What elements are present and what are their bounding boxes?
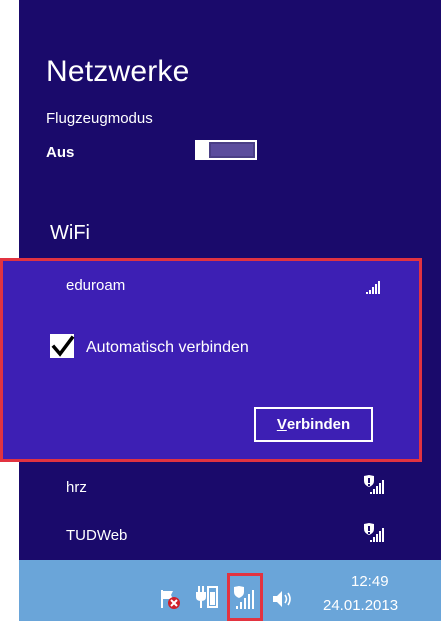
clock-time[interactable]: 12:49: [351, 573, 389, 590]
secured-wifi-signal-icon: [364, 475, 384, 494]
clock-date[interactable]: 24.01.2013: [323, 597, 398, 614]
checkmark-icon: [51, 335, 75, 357]
wifi-section-header: WiFi: [50, 222, 90, 244]
secured-wifi-signal-icon: [364, 523, 384, 542]
action-center-flag-icon[interactable]: [159, 588, 181, 610]
airplane-mode-toggle[interactable]: [195, 140, 257, 160]
wifi-signal-icon: [366, 281, 380, 294]
connect-button-label: erbinden: [286, 416, 351, 433]
network-name-hrz[interactable]: hrz: [66, 479, 87, 496]
panel-title: Netzwerke: [46, 55, 190, 88]
network-name-eduroam[interactable]: eduroam: [66, 277, 125, 294]
power-plug-icon[interactable]: [195, 584, 219, 610]
connect-button[interactable]: Verbinden: [254, 407, 373, 442]
auto-connect-checkbox[interactable]: [50, 334, 75, 358]
airplane-mode-label: Flugzeugmodus: [46, 110, 153, 127]
toggle-thumb[interactable]: [195, 140, 209, 160]
connect-accel-key: V: [276, 416, 287, 433]
auto-connect-label[interactable]: Automatisch verbinden: [86, 339, 249, 357]
speaker-icon[interactable]: [271, 588, 295, 610]
toggle-track: [211, 144, 253, 156]
network-name-tudweb[interactable]: TUDWeb: [66, 527, 127, 544]
network-icon-highlight: [227, 573, 263, 621]
airplane-mode-state: Aus: [46, 144, 75, 161]
